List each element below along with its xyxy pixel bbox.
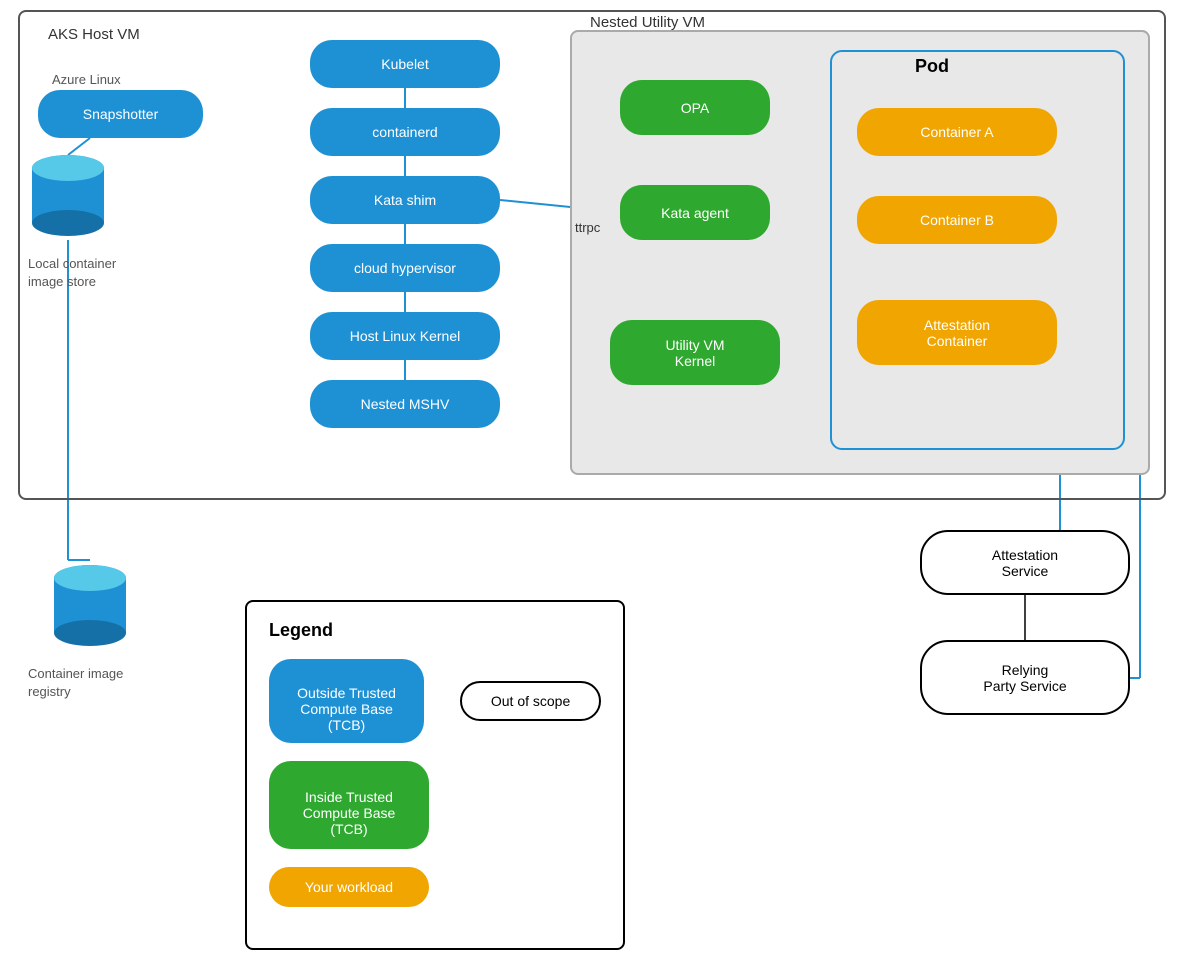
- attestation-service-component: Attestation Service: [920, 530, 1130, 595]
- kata-shim-component: Kata shim: [310, 176, 500, 224]
- nested-mshv-component: Nested MSHV: [310, 380, 500, 428]
- legend-out-of-scope: Out of scope: [460, 681, 601, 721]
- azure-linux-label: Azure Linux: [52, 72, 121, 87]
- diagram-container: AKS Host VM Azure Linux Nested Utility V…: [0, 0, 1183, 969]
- container-a-component: Container A: [857, 108, 1057, 156]
- opa-component: OPA: [620, 80, 770, 135]
- local-container-store-icon: [28, 150, 108, 240]
- kata-agent-component: Kata agent: [620, 185, 770, 240]
- kubelet-component: Kubelet: [310, 40, 500, 88]
- legend-outside-tcb: Outside Trusted Compute Base (TCB): [269, 659, 424, 743]
- aks-host-label: AKS Host VM: [48, 26, 140, 43]
- local-store-label: Local container image store: [28, 255, 116, 291]
- legend-your-workload: Your workload: [269, 867, 429, 907]
- cloud-hypervisor-component: cloud hypervisor: [310, 244, 500, 292]
- nested-vm-label: Nested Utility VM: [590, 14, 705, 31]
- relying-party-service-component: Relying Party Service: [920, 640, 1130, 715]
- attestation-container-component: Attestation Container: [857, 300, 1057, 365]
- legend-inside-tcb: Inside Trusted Compute Base (TCB): [269, 761, 429, 849]
- legend-row-outside: Outside Trusted Compute Base (TCB) Out o…: [269, 659, 601, 743]
- legend-row-inside: Inside Trusted Compute Base (TCB): [269, 761, 601, 849]
- legend-row-workload: Your workload: [269, 867, 601, 907]
- legend-title: Legend: [269, 620, 601, 641]
- container-b-component: Container B: [857, 196, 1057, 244]
- containerd-component: containerd: [310, 108, 500, 156]
- ttrpc-label: ttrpc: [575, 220, 600, 235]
- legend-box: Legend Outside Trusted Compute Base (TCB…: [245, 600, 625, 950]
- registry-label: Container image registry: [28, 665, 123, 701]
- utility-vm-kernel-component: Utility VM Kernel: [610, 320, 780, 385]
- snapshotter-component: Snapshotter: [38, 90, 203, 138]
- container-registry-icon: [50, 560, 130, 650]
- pod-label: Pod: [915, 56, 949, 77]
- host-linux-kernel-component: Host Linux Kernel: [310, 312, 500, 360]
